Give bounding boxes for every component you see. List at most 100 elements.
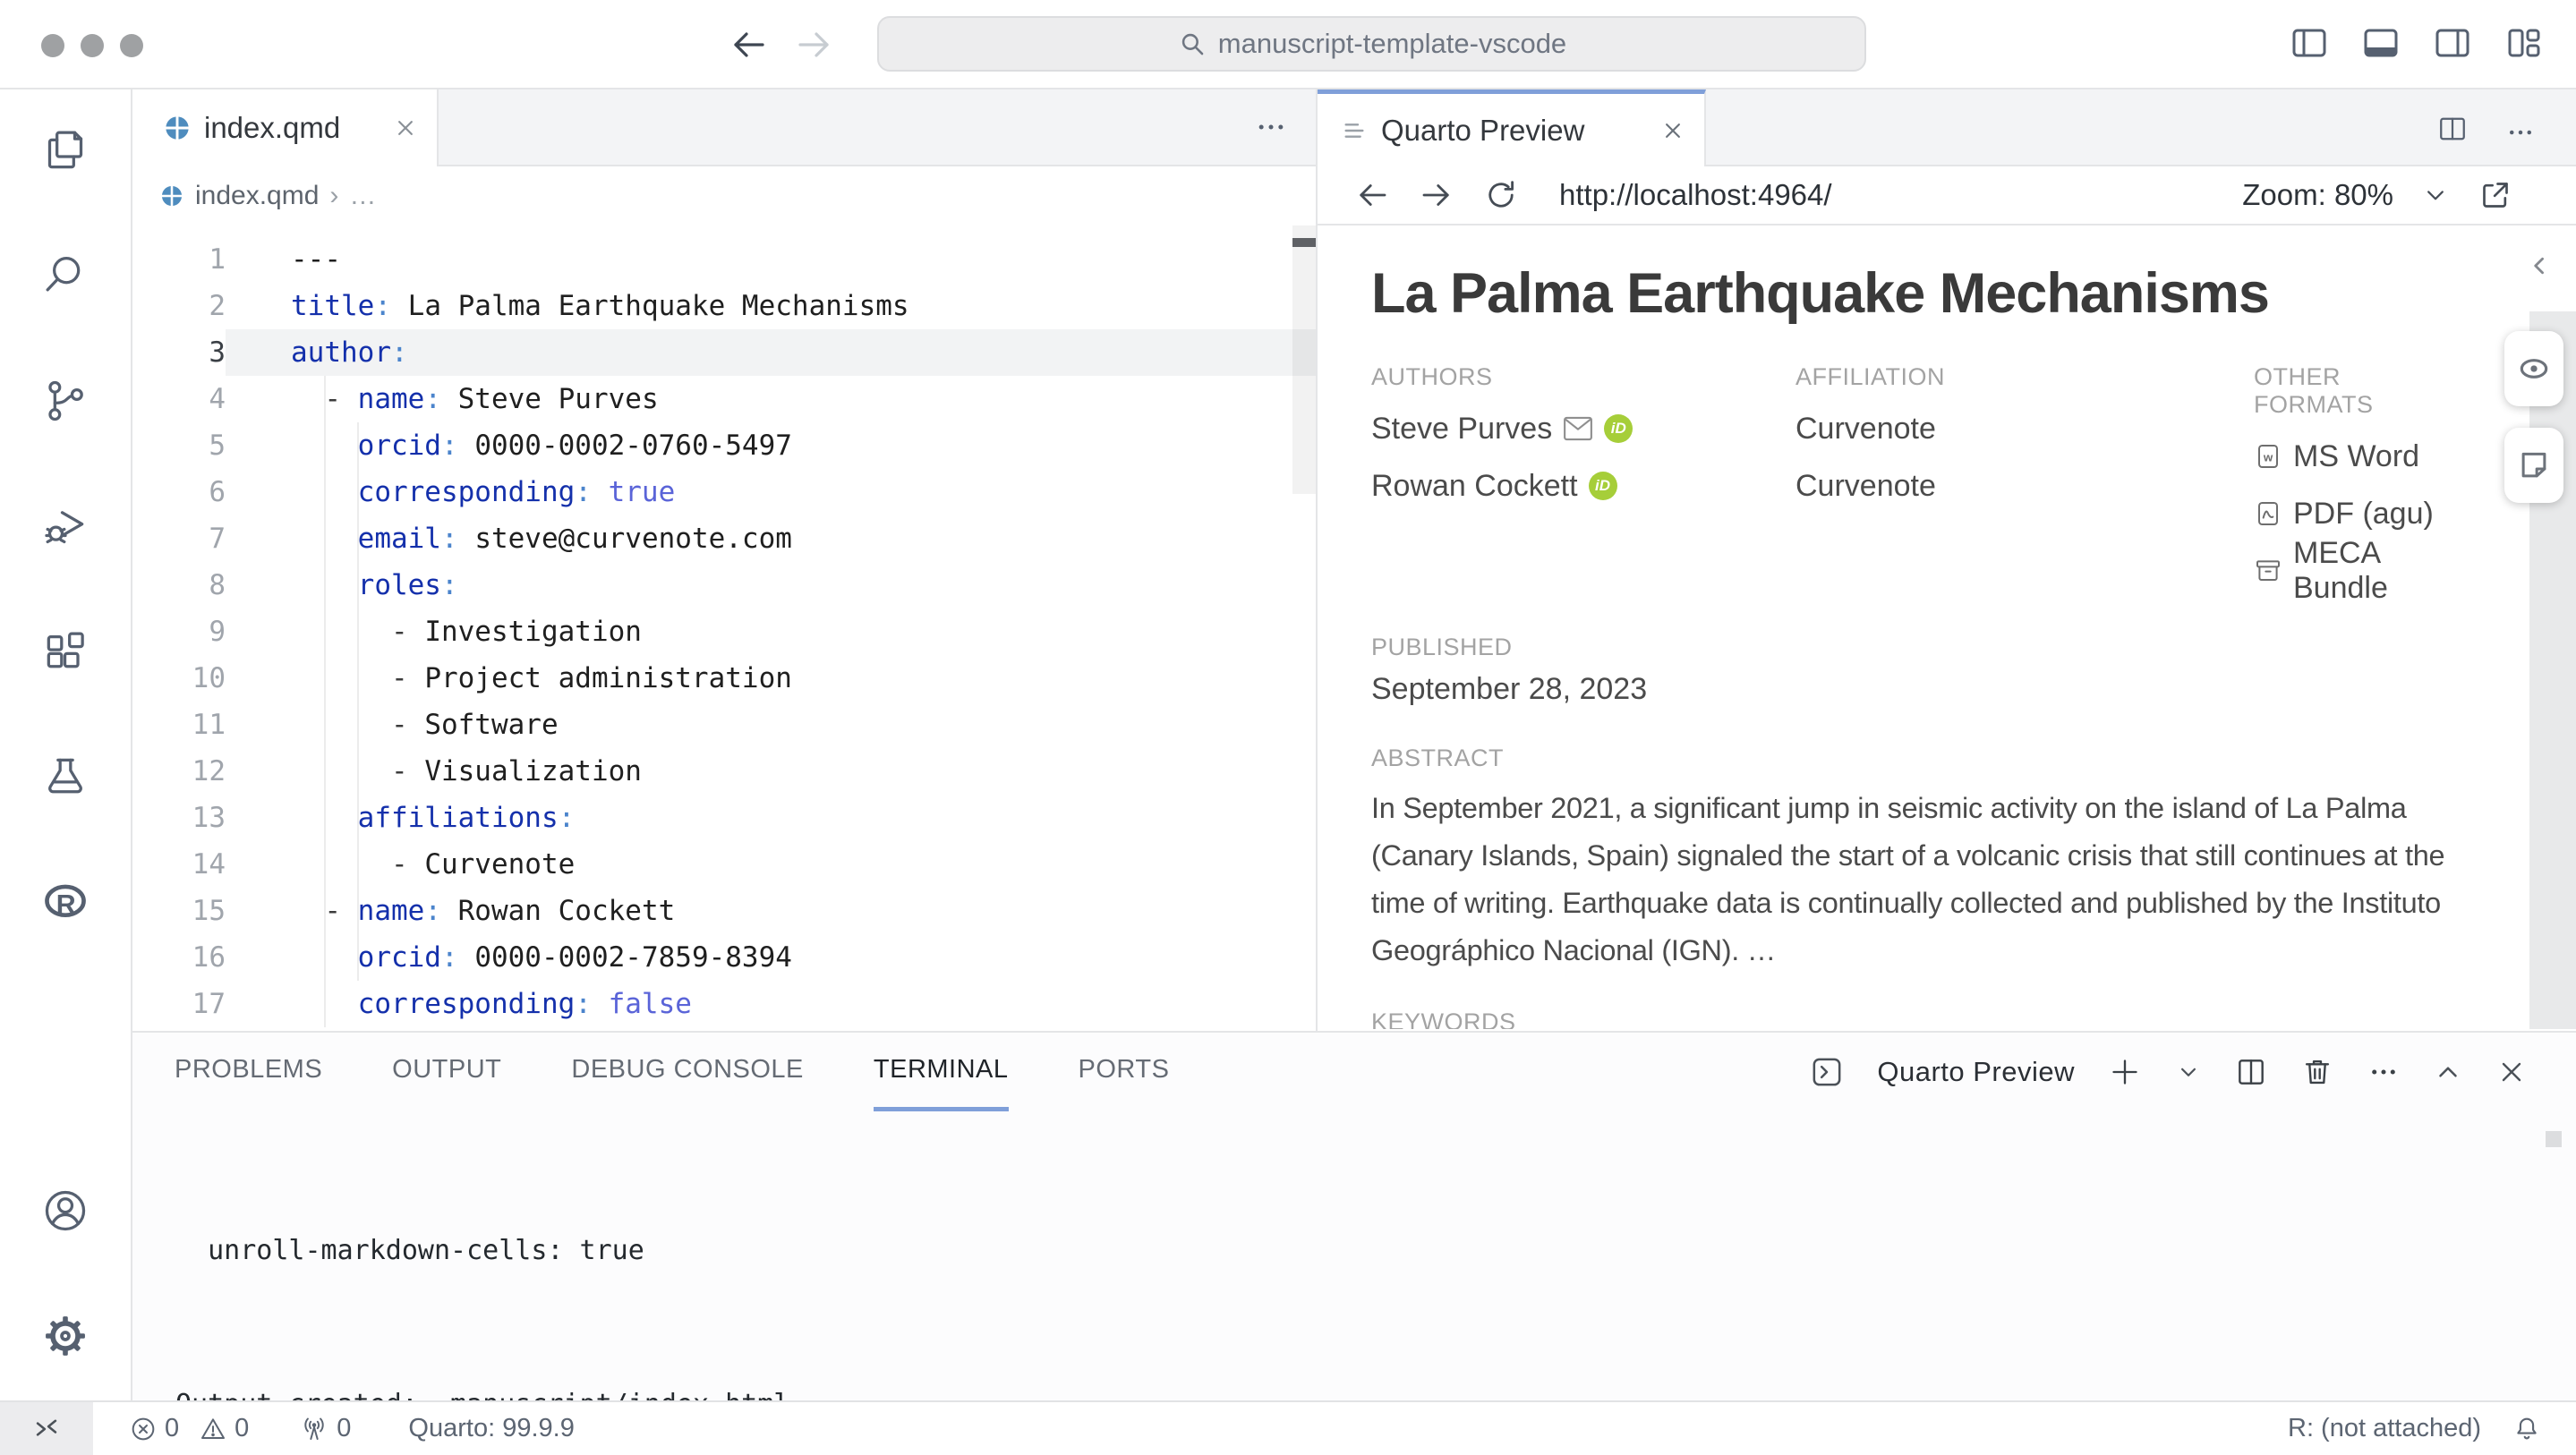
affiliation-row: Curvenote <box>1796 466 2254 506</box>
panel-tabs: PROBLEMS OUTPUT DEBUG CONSOLE TERMINAL P… <box>132 1033 2576 1111</box>
notifications-bell-icon[interactable] <box>2512 1414 2542 1444</box>
open-external-icon[interactable] <box>2478 177 2513 213</box>
manuscript-document: La Palma Earthquake Mechanisms AUTHORS S… <box>1318 225 2576 1029</box>
close-panel-icon[interactable] <box>2495 1056 2528 1088</box>
orcid-icon[interactable]: iD <box>1589 472 1617 500</box>
broadcast-tower-icon <box>299 1414 329 1444</box>
more-actions-ellipsis-icon[interactable] <box>2504 116 2537 149</box>
terminal-dropdown-chevron-icon[interactable] <box>2175 1059 2202 1085</box>
format-row[interactable]: PDF (agu) <box>2254 494 2460 533</box>
preview-note-button[interactable] <box>2504 428 2563 503</box>
orcid-icon[interactable]: iD <box>1604 414 1633 443</box>
format-label[interactable]: PDF (agu) <box>2293 497 2434 532</box>
forward-arrow-icon[interactable] <box>793 23 836 66</box>
format-row[interactable]: MECA Bundle <box>2254 551 2460 591</box>
line-number: 15 <box>132 888 226 934</box>
problems-status[interactable]: 0 0 <box>129 1414 249 1443</box>
warning-count: 0 <box>235 1414 249 1443</box>
preview-content[interactable]: La Palma Earthquake Mechanisms AUTHORS S… <box>1318 225 2576 1029</box>
tab-label: index.qmd <box>204 111 340 145</box>
search-view-icon[interactable] <box>40 251 90 301</box>
traffic-lights <box>41 34 143 57</box>
abstract-label: ABSTRACT <box>1371 745 2460 772</box>
close-tab-icon[interactable] <box>1659 117 1686 144</box>
panel-more-ellipsis-icon[interactable] <box>2367 1055 2401 1089</box>
tab-terminal[interactable]: TERMINAL <box>874 1033 1009 1111</box>
toggle-primary-sidebar-icon[interactable] <box>2288 21 2331 64</box>
terminal-scrollbar-thumb[interactable] <box>2546 1131 2562 1147</box>
scrollbar-thumb[interactable] <box>1292 225 1316 494</box>
close-tab-icon[interactable] <box>392 115 419 141</box>
zoom-level[interactable]: Zoom: 80% <box>2242 178 2393 212</box>
tab-index-qmd[interactable]: index.qmd <box>132 89 439 166</box>
quarto-version[interactable]: Quarto: 99.9.9 <box>408 1414 574 1443</box>
minimize-window-button[interactable] <box>81 34 104 57</box>
titlebar: manuscript-template-vscode <box>0 0 2576 89</box>
run-debug-icon[interactable] <box>40 501 90 551</box>
terminal-session-icon <box>1809 1054 1845 1090</box>
preview-tabbar: Quarto Preview <box>1318 89 2576 166</box>
published-date: September 28, 2023 <box>1371 672 2460 707</box>
ports-status[interactable]: 0 <box>299 1414 351 1444</box>
line-number: 11 <box>132 702 226 748</box>
breadcrumb[interactable]: index.qmd › … <box>132 166 1316 225</box>
format-row[interactable]: w MS Word <box>2254 437 2460 476</box>
chevron-left-collapse-icon[interactable] <box>2524 251 2555 281</box>
extensions-icon[interactable] <box>40 626 90 676</box>
testing-icon[interactable] <box>40 752 90 802</box>
terminal-session-label[interactable]: Quarto Preview <box>1877 1056 2075 1088</box>
editor-scrollbar[interactable] <box>1292 225 1316 1029</box>
bottom-panel: PROBLEMS OUTPUT DEBUG CONSOLE TERMINAL P… <box>132 1031 2576 1400</box>
r-status[interactable]: R: (not attached) <box>2288 1414 2481 1443</box>
line-number: 10 <box>132 655 226 702</box>
code-line: 1--- <box>132 236 1316 283</box>
preview-back-icon[interactable] <box>1353 176 1391 214</box>
source-control-icon[interactable] <box>40 376 90 426</box>
code-editor[interactable]: 1--- 2title: La Palma Earthquake Mechani… <box>132 225 1316 1029</box>
overview-ruler-cursor-mark <box>1292 238 1316 247</box>
zoom-window-button[interactable] <box>120 34 143 57</box>
preview-eye-button[interactable] <box>2504 331 2563 406</box>
code-line: 15 - name: Rowan Cockett <box>132 888 1316 934</box>
r-language-icon[interactable]: R <box>40 877 90 927</box>
status-bar: 0 0 0 Quarto: 99.9.9 R: (not attached) <box>0 1400 2576 1455</box>
preview-scrollbar-gutter[interactable] <box>2529 311 2576 1029</box>
split-terminal-icon[interactable] <box>2234 1055 2268 1089</box>
toggle-panel-icon[interactable] <box>2359 21 2402 64</box>
tab-quarto-preview[interactable]: Quarto Preview <box>1318 89 1706 166</box>
preview-forward-icon[interactable] <box>1418 176 1455 214</box>
editor-actions-ellipsis-icon[interactable] <box>1253 109 1289 145</box>
preview-url[interactable]: http://localhost:4964/ <box>1559 178 1832 212</box>
breadcrumb-file[interactable]: index.qmd <box>195 181 319 211</box>
activity-bar: R <box>0 89 132 1400</box>
tab-ports[interactable]: PORTS <box>1079 1033 1170 1111</box>
toggle-secondary-sidebar-icon[interactable] <box>2431 21 2474 64</box>
account-icon[interactable] <box>40 1186 90 1236</box>
layout-controls <box>2288 21 2546 64</box>
abstract-text: In September 2021, a significant jump in… <box>1371 785 2460 974</box>
maximize-panel-chevron-up-icon[interactable] <box>2433 1057 2463 1087</box>
line-number: 9 <box>132 608 226 655</box>
command-center-search[interactable]: manuscript-template-vscode <box>877 16 1866 72</box>
kill-terminal-trash-icon[interactable] <box>2300 1055 2334 1089</box>
reload-icon[interactable] <box>1482 176 1520 214</box>
breadcrumb-more[interactable]: … <box>349 181 376 211</box>
close-window-button[interactable] <box>41 34 64 57</box>
format-label[interactable]: MECA Bundle <box>2293 536 2460 606</box>
mail-icon[interactable] <box>1563 415 1593 442</box>
tab-problems[interactable]: PROBLEMS <box>175 1033 322 1111</box>
tab-debug-console[interactable]: DEBUG CONSOLE <box>571 1033 804 1111</box>
remote-indicator[interactable] <box>0 1402 93 1455</box>
customize-layout-icon[interactable] <box>2503 21 2546 64</box>
split-editor-icon[interactable] <box>2436 113 2469 145</box>
back-arrow-icon[interactable] <box>727 23 770 66</box>
settings-gear-icon[interactable] <box>40 1311 90 1361</box>
tab-label: Quarto Preview <box>1381 114 1584 148</box>
new-terminal-plus-icon[interactable] <box>2107 1054 2143 1090</box>
explorer-icon[interactable] <box>40 125 90 175</box>
chevron-down-icon[interactable] <box>2420 180 2451 210</box>
format-label[interactable]: MS Word <box>2293 439 2419 474</box>
editor-tabbar: index.qmd <box>132 89 1316 166</box>
tab-output[interactable]: OUTPUT <box>392 1033 501 1111</box>
indent-guide <box>324 376 326 1027</box>
